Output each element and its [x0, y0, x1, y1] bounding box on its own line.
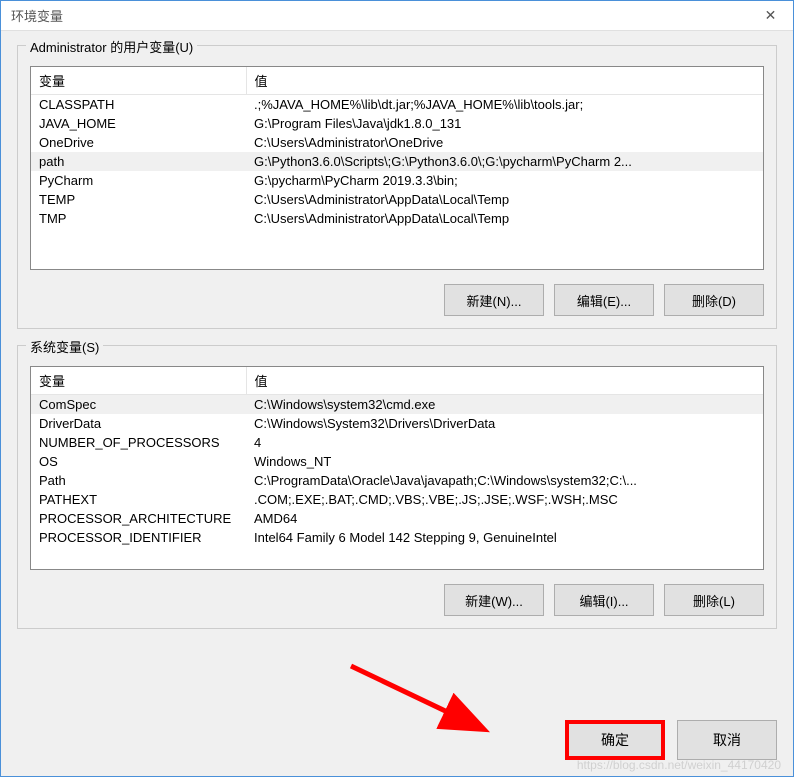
cell-variable-value: Windows_NT: [246, 452, 763, 471]
user-header-name[interactable]: 变量: [31, 67, 246, 95]
table-row[interactable]: PROCESSOR_IDENTIFIERIntel64 Family 6 Mod…: [31, 528, 763, 547]
close-icon: ✕: [765, 7, 777, 24]
table-row[interactable]: NUMBER_OF_PROCESSORS4: [31, 433, 763, 452]
table-row[interactable]: PROCESSOR_ARCHITECTUREAMD64: [31, 509, 763, 528]
cancel-button[interactable]: 取消: [677, 720, 777, 760]
cell-variable-name: PyCharm: [31, 171, 246, 190]
user-new-button[interactable]: 新建(N)...: [444, 284, 544, 316]
table-row[interactable]: JAVA_HOMEG:\Program Files\Java\jdk1.8.0_…: [31, 114, 763, 133]
system-variables-table-container[interactable]: 变量 值 ComSpecC:\Windows\system32\cmd.exeD…: [30, 366, 764, 570]
system-header-value[interactable]: 值: [246, 367, 763, 395]
cell-variable-value: 4: [246, 433, 763, 452]
cell-variable-name: path: [31, 152, 246, 171]
cell-variable-name: DriverData: [31, 414, 246, 433]
system-group-label: 系统变量(S): [26, 337, 103, 356]
user-variables-table: 变量 值 CLASSPATH.;%JAVA_HOME%\lib\dt.jar;%…: [31, 67, 763, 228]
bottom-button-row: 确定 取消: [17, 710, 777, 760]
cell-variable-name: TMP: [31, 209, 246, 228]
close-button[interactable]: ✕: [748, 1, 793, 31]
cell-variable-value: C:\Windows\system32\cmd.exe: [246, 395, 763, 415]
cell-variable-value: Intel64 Family 6 Model 142 Stepping 9, G…: [246, 528, 763, 547]
cell-variable-value: C:\Windows\System32\Drivers\DriverData: [246, 414, 763, 433]
cell-variable-value: C:\Users\Administrator\AppData\Local\Tem…: [246, 190, 763, 209]
table-row[interactable]: DriverDataC:\Windows\System32\Drivers\Dr…: [31, 414, 763, 433]
system-header-name[interactable]: 变量: [31, 367, 246, 395]
cell-variable-value: C:\Users\Administrator\AppData\Local\Tem…: [246, 209, 763, 228]
user-variables-table-container[interactable]: 变量 值 CLASSPATH.;%JAVA_HOME%\lib\dt.jar;%…: [30, 66, 764, 270]
user-header-value[interactable]: 值: [246, 67, 763, 95]
cell-variable-name: Path: [31, 471, 246, 490]
user-variables-group: Administrator 的用户变量(U) 变量 值 CLASSPATH.;%…: [17, 45, 777, 329]
table-row[interactable]: pathG:\Python3.6.0\Scripts\;G:\Python3.6…: [31, 152, 763, 171]
cell-variable-value: C:\ProgramData\Oracle\Java\javapath;C:\W…: [246, 471, 763, 490]
cell-variable-name: NUMBER_OF_PROCESSORS: [31, 433, 246, 452]
table-row[interactable]: ComSpecC:\Windows\system32\cmd.exe: [31, 395, 763, 415]
user-group-label: Administrator 的用户变量(U): [26, 37, 197, 56]
table-row[interactable]: TEMPC:\Users\Administrator\AppData\Local…: [31, 190, 763, 209]
cell-variable-name: ComSpec: [31, 395, 246, 415]
table-row[interactable]: OSWindows_NT: [31, 452, 763, 471]
ok-button[interactable]: 确定: [565, 720, 665, 760]
cell-variable-value: G:\Python3.6.0\Scripts\;G:\Python3.6.0\;…: [246, 152, 763, 171]
cell-variable-name: OneDrive: [31, 133, 246, 152]
system-button-row: 新建(W)... 编辑(I)... 删除(L): [30, 584, 764, 616]
cell-variable-value: G:\Program Files\Java\jdk1.8.0_131: [246, 114, 763, 133]
system-delete-button[interactable]: 删除(L): [664, 584, 764, 616]
title-bar: 环境变量 ✕: [1, 1, 793, 31]
dialog-content: Administrator 的用户变量(U) 变量 值 CLASSPATH.;%…: [1, 31, 793, 776]
cell-variable-name: CLASSPATH: [31, 95, 246, 115]
cell-variable-name: JAVA_HOME: [31, 114, 246, 133]
system-variables-group: 系统变量(S) 变量 值 ComSpecC:\Windows\system32\…: [17, 345, 777, 629]
user-button-row: 新建(N)... 编辑(E)... 删除(D): [30, 284, 764, 316]
system-edit-button[interactable]: 编辑(I)...: [554, 584, 654, 616]
table-row[interactable]: PATHEXT.COM;.EXE;.BAT;.CMD;.VBS;.VBE;.JS…: [31, 490, 763, 509]
cell-variable-value: AMD64: [246, 509, 763, 528]
system-variables-table: 变量 值 ComSpecC:\Windows\system32\cmd.exeD…: [31, 367, 763, 547]
user-delete-button[interactable]: 删除(D): [664, 284, 764, 316]
cell-variable-value: .COM;.EXE;.BAT;.CMD;.VBS;.VBE;.JS;.JSE;.…: [246, 490, 763, 509]
cell-variable-name: PROCESSOR_ARCHITECTURE: [31, 509, 246, 528]
cell-variable-value: G:\pycharm\PyCharm 2019.3.3\bin;: [246, 171, 763, 190]
cell-variable-name: OS: [31, 452, 246, 471]
cell-variable-value: .;%JAVA_HOME%\lib\dt.jar;%JAVA_HOME%\lib…: [246, 95, 763, 115]
table-row[interactable]: PyCharmG:\pycharm\PyCharm 2019.3.3\bin;: [31, 171, 763, 190]
user-edit-button[interactable]: 编辑(E)...: [554, 284, 654, 316]
table-row[interactable]: OneDriveC:\Users\Administrator\OneDrive: [31, 133, 763, 152]
system-new-button[interactable]: 新建(W)...: [444, 584, 544, 616]
table-row[interactable]: PathC:\ProgramData\Oracle\Java\javapath;…: [31, 471, 763, 490]
window-title: 环境变量: [11, 6, 63, 25]
cell-variable-value: C:\Users\Administrator\OneDrive: [246, 133, 763, 152]
env-vars-dialog: 环境变量 ✕ Administrator 的用户变量(U) 变量 值 CLASS…: [0, 0, 794, 777]
table-row[interactable]: TMPC:\Users\Administrator\AppData\Local\…: [31, 209, 763, 228]
cell-variable-name: PATHEXT: [31, 490, 246, 509]
table-row[interactable]: CLASSPATH.;%JAVA_HOME%\lib\dt.jar;%JAVA_…: [31, 95, 763, 115]
cell-variable-name: TEMP: [31, 190, 246, 209]
cell-variable-name: PROCESSOR_IDENTIFIER: [31, 528, 246, 547]
